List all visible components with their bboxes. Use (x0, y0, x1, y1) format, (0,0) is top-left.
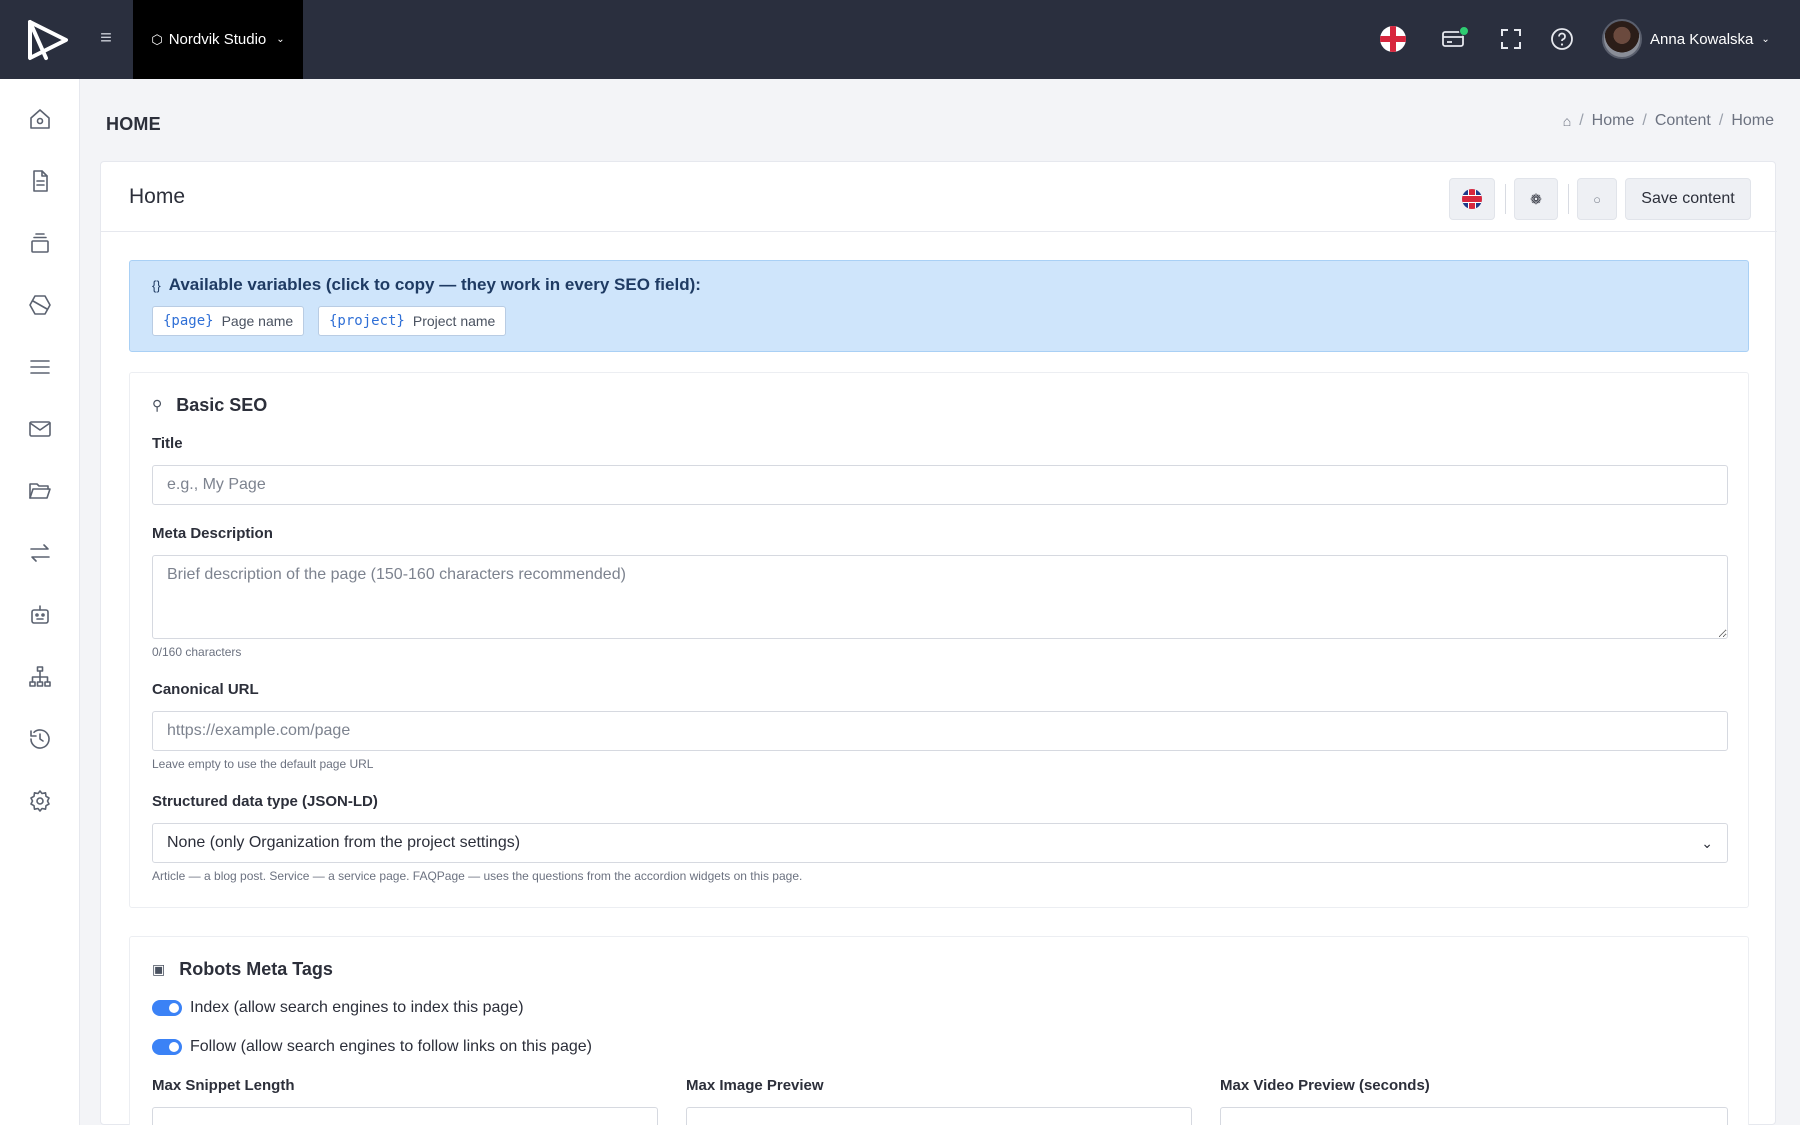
title-label: Title (152, 435, 183, 452)
menu-toggle-icon[interactable]: ≡ (96, 26, 116, 50)
document-icon (33, 170, 48, 192)
canonical-url-hint: Leave empty to use the default page URL (152, 757, 374, 771)
language-button[interactable] (1449, 178, 1495, 220)
arrows-exchange-icon (30, 544, 50, 562)
language-flag-button[interactable] (1378, 24, 1408, 54)
section-title: Basic SEO (176, 395, 268, 415)
index-toggle-row: Index (allow search engines to index thi… (152, 999, 524, 1017)
home-icon[interactable]: ⌂ (1563, 113, 1571, 129)
chevron-down-icon: ⌄ (276, 34, 285, 45)
sidebar-item-pages[interactable] (26, 167, 54, 195)
circle-icon: ○ (1593, 191, 1601, 207)
fullscreen-icon (1501, 29, 1521, 49)
user-menu[interactable]: Anna Kowalska ⌄ (1602, 19, 1770, 59)
avatar (1602, 19, 1642, 59)
user-name: Anna Kowalska (1650, 30, 1754, 48)
save-content-button[interactable]: Save content (1625, 178, 1751, 220)
robot-icon: ▣ (152, 961, 166, 977)
top-bar: ≡ ⬡ Nordvik Studio ⌄ Anna Kowalska ⌄ (0, 0, 1800, 79)
basic-seo-section: ⚲ Basic SEO Title Meta Description 0/160… (129, 372, 1749, 908)
hexagon-icon (29, 295, 51, 315)
sidebar-item-history[interactable] (26, 725, 54, 753)
sidebar (0, 79, 80, 1125)
england-flag-icon (1380, 26, 1406, 52)
sidebar-item-sitemap[interactable] (26, 663, 54, 691)
stack-icon (31, 233, 49, 253)
sidebar-item-automation[interactable] (26, 601, 54, 629)
variables-banner: {} Available variables (click to copy — … (129, 260, 1749, 352)
max-video-preview-label: Max Video Preview (seconds) (1220, 1077, 1430, 1094)
index-toggle[interactable] (152, 1000, 182, 1016)
max-snippet-input[interactable] (152, 1107, 658, 1125)
follow-toggle-row: Follow (allow search engines to follow l… (152, 1038, 592, 1056)
variables-title: Available variables (click to copy — the… (168, 275, 701, 294)
sidebar-item-messages[interactable] (26, 415, 54, 443)
uk-flag-icon (1462, 189, 1482, 209)
page-heading: HOME (106, 114, 161, 134)
max-video-preview-input[interactable] (1220, 1107, 1728, 1125)
braces-icon: {} (152, 277, 161, 293)
card-header: Home ❁ ○ Save content (101, 162, 1777, 232)
max-snippet-label: Max Snippet Length (152, 1077, 295, 1094)
folder-open-icon (29, 483, 51, 499)
fullscreen-button[interactable] (1496, 24, 1526, 54)
sidebar-item-components[interactable] (26, 291, 54, 319)
breadcrumb-item[interactable]: Content (1655, 112, 1711, 130)
meta-description-label: Meta Description (152, 525, 273, 542)
sidebar-item-files[interactable] (26, 477, 54, 505)
list-icon (30, 360, 50, 374)
sidebar-item-redirects[interactable] (26, 539, 54, 567)
chevron-down-icon: ⌄ (1701, 834, 1713, 851)
gear-icon: ❁ (1530, 190, 1542, 207)
help-button[interactable] (1547, 24, 1577, 54)
card-title: Home (129, 185, 186, 208)
search-icon: ⚲ (152, 397, 163, 413)
home-icon (30, 109, 50, 129)
billing-button[interactable] (1439, 24, 1469, 54)
organization-switcher[interactable]: ⬡ Nordvik Studio ⌄ (133, 0, 303, 79)
sidebar-item-settings[interactable] (26, 787, 54, 815)
app-logo-icon[interactable] (26, 18, 70, 62)
index-label: Index (allow search engines to index thi… (190, 999, 524, 1016)
variable-chip-page[interactable]: {page} Page name (152, 306, 305, 336)
structured-data-value: None (only Organization from the project… (167, 834, 521, 851)
follow-label: Follow (allow search engines to follow l… (190, 1038, 592, 1055)
variable-chip-project[interactable]: {project} Project name (318, 306, 507, 336)
page-settings-button[interactable]: ❁ (1514, 178, 1558, 220)
history-icon (30, 729, 50, 749)
content-card: Home ❁ ○ Save content {} Available varia… (100, 161, 1777, 1125)
canonical-url-input[interactable] (152, 711, 1728, 751)
breadcrumb: ⌂ / Home / Content / Home (1562, 112, 1774, 130)
max-image-preview-select[interactable] (686, 1107, 1192, 1125)
chevron-down-icon: ⌄ (1761, 33, 1770, 45)
follow-toggle[interactable] (152, 1039, 182, 1055)
section-title: Robots Meta Tags (179, 959, 333, 979)
canonical-url-label: Canonical URL (152, 681, 259, 698)
sidebar-item-home[interactable] (26, 105, 54, 133)
sidebar-item-menus[interactable] (26, 353, 54, 381)
sidebar-item-collections[interactable] (26, 229, 54, 257)
breadcrumb-item: Home (1731, 112, 1774, 129)
gear-icon (30, 790, 50, 812)
breadcrumb-item[interactable]: Home (1592, 112, 1635, 130)
notification-dot (1459, 26, 1469, 36)
title-input[interactable] (152, 465, 1728, 505)
organization-name: Nordvik Studio (168, 31, 267, 48)
structured-data-select[interactable]: None (only Organization from the project… (152, 823, 1728, 863)
meta-description-counter: 0/160 characters (152, 645, 242, 659)
structured-data-hint: Article — a blog post. Service — a servi… (152, 869, 803, 883)
cube-icon: ⬡ (151, 31, 163, 47)
structured-data-label: Structured data type (JSON-LD) (152, 793, 378, 810)
robots-section: ▣ Robots Meta Tags Index (allow search e… (129, 936, 1749, 1125)
meta-description-input[interactable] (152, 555, 1728, 639)
help-circle-icon (1551, 28, 1573, 50)
robot-icon (31, 605, 49, 624)
max-image-preview-label: Max Image Preview (686, 1077, 824, 1094)
status-button[interactable]: ○ (1577, 178, 1617, 220)
mail-icon (29, 421, 51, 437)
sitemap-icon (29, 666, 51, 687)
